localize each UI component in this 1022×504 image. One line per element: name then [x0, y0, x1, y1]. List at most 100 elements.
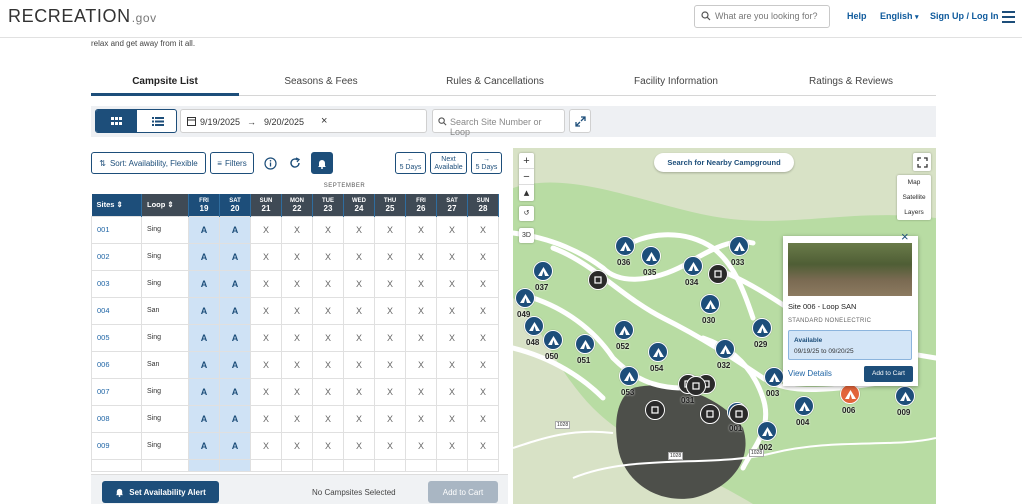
- available-cell[interactable]: A: [219, 296, 251, 325]
- campsite-marker-icon[interactable]: [715, 339, 735, 359]
- available-cell[interactable]: A: [219, 242, 251, 271]
- expand-icon[interactable]: [569, 109, 591, 133]
- available-cell[interactable]: A: [188, 269, 220, 298]
- campsite-marker-icon[interactable]: [524, 316, 544, 336]
- layer-map[interactable]: Map: [897, 175, 931, 190]
- campsite-marker-icon[interactable]: [840, 384, 860, 404]
- campsite-marker-icon[interactable]: [615, 236, 635, 256]
- available-cell[interactable]: A: [188, 296, 220, 325]
- available-cell[interactable]: A: [219, 215, 251, 244]
- available-cell[interactable]: A: [188, 215, 220, 244]
- list-view-button[interactable]: [137, 110, 176, 132]
- start-date[interactable]: 9/19/2025: [200, 117, 240, 127]
- amenity-marker-icon[interactable]: [729, 404, 749, 424]
- tab-ratings-reviews[interactable]: Ratings & Reviews: [781, 76, 921, 87]
- campsite-marker-icon[interactable]: [764, 367, 784, 387]
- add-to-cart-button[interactable]: Add to Cart: [428, 481, 498, 503]
- fullscreen-icon[interactable]: [913, 153, 931, 171]
- global-search-input[interactable]: What are you looking for?: [694, 5, 830, 28]
- next-available-button[interactable]: Next Available: [430, 152, 467, 174]
- amenity-marker-icon[interactable]: [645, 400, 665, 420]
- filters-button[interactable]: ≡ Filters: [210, 152, 254, 174]
- sort-button[interactable]: ⇅ Sort: Availability, Flexible: [91, 152, 206, 174]
- campsite-marker-icon[interactable]: [515, 288, 535, 308]
- available-cell[interactable]: A: [188, 323, 220, 352]
- tab-rules-cancellations[interactable]: Rules & Cancellations: [421, 76, 569, 87]
- site-link[interactable]: 003: [91, 269, 142, 298]
- sign-in-link[interactable]: Sign Up / Log In: [930, 11, 999, 21]
- set-availability-alert-button[interactable]: Set Availability Alert: [102, 481, 219, 503]
- available-cell[interactable]: A: [219, 377, 251, 406]
- campsite-marker-icon[interactable]: [543, 330, 563, 350]
- compass-icon[interactable]: ▴: [519, 185, 534, 201]
- view-details-link[interactable]: View Details: [788, 369, 832, 378]
- campsite-marker-icon[interactable]: [757, 421, 777, 441]
- grid-view-button[interactable]: [96, 110, 137, 132]
- next-5-days-button[interactable]: → 5 Days: [471, 152, 502, 174]
- amenity-marker-icon[interactable]: [686, 376, 706, 396]
- campsite-marker-icon[interactable]: [648, 342, 668, 362]
- site-link[interactable]: 005: [91, 323, 142, 352]
- bell-icon[interactable]: [311, 152, 333, 174]
- recreation-gov-logo[interactable]: RECREATION.gov: [8, 6, 157, 27]
- available-cell[interactable]: A: [219, 269, 251, 298]
- site-link[interactable]: 009: [91, 431, 142, 460]
- close-icon[interactable]: ×: [901, 229, 909, 244]
- site-link[interactable]: 001: [91, 215, 142, 244]
- available-cell[interactable]: A: [188, 377, 220, 406]
- help-link[interactable]: Help: [847, 11, 867, 21]
- available-cell[interactable]: A: [188, 350, 220, 379]
- available-cell[interactable]: A: [188, 431, 220, 460]
- campsite-marker-icon[interactable]: [752, 318, 772, 338]
- campsite-marker-icon[interactable]: [700, 294, 720, 314]
- available-cell[interactable]: A: [188, 242, 220, 271]
- search-nearby-campground-button[interactable]: Search for Nearby Campground: [654, 153, 794, 172]
- tab-seasons-fees[interactable]: Seasons & Fees: [251, 76, 391, 87]
- site-link[interactable]: 008: [91, 404, 142, 433]
- sites-column-header[interactable]: Sites ⇕: [91, 194, 142, 216]
- prev-5-days-button[interactable]: ← 5 Days: [395, 152, 426, 174]
- campground-map[interactable]: + − ▴ ↺ 3D Search for Nearby Campground …: [513, 148, 936, 504]
- layer-layers[interactable]: Layers: [897, 205, 931, 220]
- available-cell[interactable]: A: [219, 323, 251, 352]
- campsite-marker-icon[interactable]: [641, 246, 661, 266]
- campsite-marker-icon[interactable]: [794, 396, 814, 416]
- available-cell[interactable]: A: [219, 404, 251, 433]
- 3d-toggle-button[interactable]: 3D: [519, 228, 534, 243]
- end-date[interactable]: 9/20/2025: [264, 117, 304, 127]
- unavailable-cell: X: [405, 215, 437, 244]
- campsite-marker-icon[interactable]: [619, 366, 639, 386]
- campsite-marker-icon[interactable]: [895, 386, 915, 406]
- tab-facility-information[interactable]: Facility Information: [601, 76, 751, 87]
- campsite-marker-icon[interactable]: [683, 256, 703, 276]
- site-link[interactable]: 006: [91, 350, 142, 379]
- popup-add-to-cart-button[interactable]: Add to Cart: [864, 366, 913, 382]
- available-cell[interactable]: A: [219, 350, 251, 379]
- site-link[interactable]: 002: [91, 242, 142, 271]
- available-cell[interactable]: A: [219, 431, 251, 460]
- campsite-marker-icon[interactable]: [575, 334, 595, 354]
- info-icon[interactable]: [260, 152, 280, 174]
- site-link[interactable]: 007: [91, 377, 142, 406]
- loop-column-header[interactable]: Loop ⇕: [141, 194, 189, 216]
- site-link[interactable]: 004: [91, 296, 142, 325]
- reset-rotation-icon[interactable]: ↺: [519, 206, 534, 221]
- layer-satellite[interactable]: Satellite: [897, 190, 931, 205]
- zoom-in-button[interactable]: +: [519, 153, 534, 169]
- campsite-marker-icon[interactable]: [533, 261, 553, 281]
- campsite-marker-icon[interactable]: [729, 236, 749, 256]
- clear-dates-icon[interactable]: ×: [321, 115, 327, 127]
- tab-campsite-list[interactable]: Campsite List: [91, 76, 239, 87]
- zoom-out-button[interactable]: −: [519, 169, 534, 185]
- language-selector[interactable]: English ▾: [880, 11, 919, 21]
- available-cell[interactable]: A: [188, 404, 220, 433]
- campsite-marker-icon[interactable]: [614, 320, 634, 340]
- menu-icon[interactable]: [1002, 11, 1015, 26]
- refresh-icon[interactable]: [285, 152, 305, 174]
- amenity-marker-icon[interactable]: [700, 404, 720, 424]
- date-range-picker[interactable]: 9/19/2025 → 9/20/2025 ×: [180, 109, 427, 133]
- amenity-marker-icon[interactable]: [708, 264, 728, 284]
- table-row: 002 Sing A A X X X X X X X X: [91, 242, 499, 271]
- amenity-marker-icon[interactable]: [588, 270, 608, 290]
- site-search-input[interactable]: Search Site Number or Loop: [432, 109, 565, 137]
